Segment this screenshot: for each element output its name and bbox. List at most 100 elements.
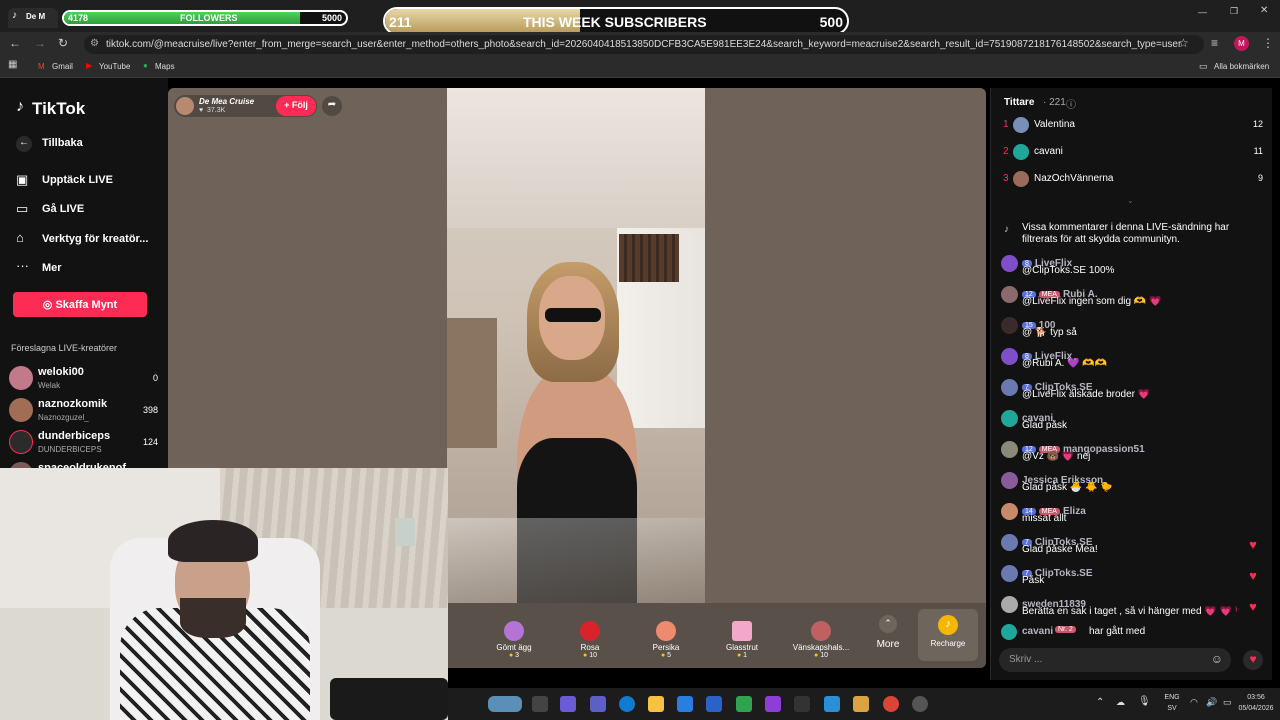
store-icon[interactable]	[677, 696, 693, 712]
top-viewer-row[interactable]: 1 Valentina 12	[991, 116, 1273, 138]
apps-grid-icon[interactable]: ▦	[8, 60, 17, 70]
avatar[interactable]	[1001, 410, 1018, 427]
bookmarks-bar: ▦ M Gmail ▶ YouTube ● Maps ▭ Alla bokmär…	[0, 56, 1280, 78]
avatar[interactable]	[1001, 348, 1018, 365]
forward-arrow-icon[interactable]: →	[34, 37, 46, 49]
url-field[interactable]: ⚙ tiktok.com/@meacruise/live?enter_from_…	[84, 35, 1204, 54]
more-gifts-button[interactable]: ⌃ More	[868, 615, 908, 650]
chat-message[interactable]: 14 MEA Eliza missat allt	[991, 500, 1273, 530]
avatar[interactable]	[1001, 565, 1018, 582]
copilot-icon[interactable]	[560, 696, 576, 712]
teams-icon[interactable]	[590, 696, 606, 712]
bookmark-gmail[interactable]: Gmail	[52, 62, 73, 71]
obs-icon[interactable]	[912, 696, 928, 712]
avatar[interactable]	[176, 97, 194, 115]
recharge-button[interactable]: ♪ Recharge	[918, 609, 978, 661]
language[interactable]: ENG	[1160, 694, 1184, 701]
gift-item[interactable]: Vänskapshals... ● 10	[788, 621, 854, 659]
share-icon[interactable]: ➦	[322, 96, 342, 116]
task-view-icon[interactable]	[532, 696, 548, 712]
chat-message[interactable]: 12 MEA mangopassion51 @Vz 🐻 💗 nej	[991, 438, 1273, 468]
clock-time[interactable]: 03:56	[1238, 694, 1274, 701]
top-viewer-row[interactable]: 3 NazOchVännerna 9	[991, 170, 1273, 192]
bookmark-maps[interactable]: Maps	[155, 62, 175, 71]
gift-item[interactable]: Rosa ● 10	[560, 621, 620, 659]
follow-button[interactable]: + Följ	[276, 96, 316, 116]
back-link[interactable]: Tillbaka	[42, 137, 83, 149]
top-viewer-row[interactable]: 2 cavani 11	[991, 143, 1273, 165]
nav-creator-tools[interactable]: Verktyg för kreatör...	[42, 233, 148, 245]
avatar[interactable]	[1001, 317, 1018, 334]
menu-dots-icon[interactable]: ⋮	[1262, 37, 1274, 49]
gift-price: ● 3	[484, 652, 544, 659]
chat-message[interactable]: 8 LiveFlix @Rubi A. 💜 🫶🫶	[991, 345, 1273, 375]
file-explorer-icon[interactable]	[648, 696, 664, 712]
comment-input[interactable]: Skriv ... ☺	[999, 648, 1231, 672]
chevron-down-icon[interactable]: ⌄	[1127, 196, 1134, 205]
nav-discover-live[interactable]: Upptäck LIVE	[42, 174, 113, 186]
tab-search-icon[interactable]: ≡	[1211, 37, 1218, 49]
avatar[interactable]	[1001, 472, 1018, 489]
avatar[interactable]	[1001, 255, 1018, 272]
chat-message[interactable]: 15 100 @ 🐕 typ så	[991, 314, 1273, 344]
chat-message[interactable]: 7 ClipToks.SE Glad påske Mea! ♥	[991, 531, 1273, 561]
tiktok-logo[interactable]: TikTok	[32, 99, 85, 119]
creator-row[interactable]: naznozkomik Naznozguzel_ 398	[0, 396, 168, 426]
emoji-icon[interactable]: ☺	[1211, 652, 1223, 666]
chat-message[interactable]: sweden11839 Berätta en sak i taget , så v…	[991, 593, 1273, 623]
browser-tab[interactable]: ♪ De M	[8, 8, 58, 28]
avatar[interactable]	[1001, 534, 1018, 551]
tray-chevron-icon[interactable]: ⌃	[1096, 697, 1104, 708]
get-coins-button[interactable]: ◎ Skaffa Mynt	[13, 292, 147, 317]
app-icon[interactable]	[853, 696, 869, 712]
close-icon[interactable]: ✕	[1260, 6, 1268, 16]
chat-message[interactable]: 12 MEA Rubi A. @LiveFlix ingen som dig 🫶 💗	[991, 283, 1273, 313]
gift-item[interactable]: Gömt ägg ● 3	[484, 621, 544, 659]
info-icon[interactable]: ⓘ	[1066, 96, 1076, 111]
chat-message[interactable]: 7 ClipToks.SE Påsk ♥	[991, 562, 1273, 592]
all-bookmarks[interactable]: Alla bokmärken	[1214, 62, 1269, 71]
microsoft-365-icon[interactable]	[765, 696, 781, 712]
live-video[interactable]	[447, 88, 705, 603]
back-icon[interactable]: ←	[16, 136, 32, 152]
bookmark-star-icon[interactable]: ☆	[1178, 37, 1189, 49]
chat-message[interactable]: 8 LiveFlix @ClipToks.SE 100%	[991, 252, 1273, 282]
avatar[interactable]	[1001, 379, 1018, 396]
app-icon[interactable]	[794, 696, 810, 712]
gift-item[interactable]: Persika ● 5	[636, 621, 696, 659]
profile-avatar[interactable]: M	[1234, 36, 1249, 51]
gift-item[interactable]: Glasstrut ● 1	[712, 621, 772, 659]
reload-icon[interactable]: ↻	[58, 37, 68, 49]
photos-icon[interactable]	[824, 696, 840, 712]
like-heart-icon[interactable]: ♥	[1243, 650, 1263, 670]
maximize-icon[interactable]: ❐	[1230, 7, 1238, 16]
avatar[interactable]	[1001, 503, 1018, 520]
chrome-icon[interactable]	[883, 696, 899, 712]
minimize-icon[interactable]: —	[1198, 8, 1207, 17]
volume-icon[interactable]: 🔊	[1206, 697, 1217, 708]
nav-more[interactable]: Mer	[42, 262, 62, 274]
security-icon[interactable]	[736, 696, 752, 712]
avatar[interactable]	[1001, 441, 1018, 458]
cloud-icon[interactable]: ☁	[1116, 697, 1125, 708]
avatar[interactable]	[1001, 286, 1018, 303]
chat-message[interactable]: 7 ClipToks.SE @LiveFlix älskade broder 💗	[991, 376, 1273, 406]
weather-widget-icon[interactable]	[488, 696, 522, 712]
mail-icon[interactable]	[706, 696, 722, 712]
avatar[interactable]	[1001, 596, 1018, 613]
creator-row[interactable]: weloki00 Welak 0	[0, 364, 168, 394]
nav-go-live[interactable]: Gå LIVE	[42, 203, 84, 215]
creator-name[interactable]: De Mea Cruise	[199, 97, 254, 106]
back-arrow-icon[interactable]: ←	[9, 37, 21, 49]
bookmark-youtube[interactable]: YouTube	[99, 62, 130, 71]
site-info-icon[interactable]: ⚙	[90, 38, 99, 49]
chat-message[interactable]: Jessica Eriksson Glad påsk 🐣 🐥 🐤	[991, 469, 1273, 499]
clock-date[interactable]: 05/04/2026	[1236, 705, 1276, 712]
chat-message[interactable]: cavani Glad påsk	[991, 407, 1273, 437]
edge-icon[interactable]	[619, 696, 635, 712]
battery-icon[interactable]: ▭	[1223, 697, 1232, 708]
wifi-icon[interactable]: ◠	[1190, 697, 1198, 708]
language-layout[interactable]: SV	[1160, 705, 1184, 712]
creator-row[interactable]: dunderbiceps DUNDERBICEPS 124	[0, 428, 168, 458]
microphone-icon[interactable]: 🎙	[1138, 696, 1151, 707]
